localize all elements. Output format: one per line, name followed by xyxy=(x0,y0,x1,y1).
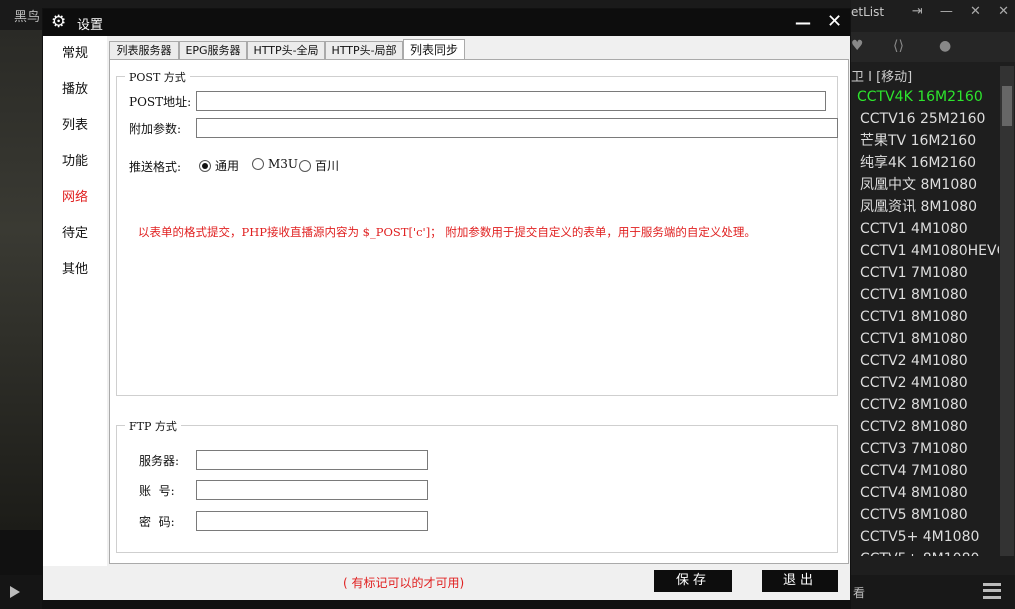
video-area[interactable] xyxy=(0,30,42,530)
channel-list: CCTV4K 16M2160 CCTV16 25M2160 芒果TV 16M2160… xyxy=(851,86,999,556)
channel-item[interactable]: CCTV5+ 8M1080 xyxy=(851,548,999,556)
post-url-input[interactable] xyxy=(196,91,826,111)
format-radio-m3u-label: M3U xyxy=(268,157,299,171)
playlist-window-controls: ⇥ — ✕ ✕ xyxy=(899,4,1009,19)
channel-item[interactable]: CCTV2 8M1080 xyxy=(851,394,999,416)
channel-item[interactable]: CCTV1 4M1080HEVC xyxy=(851,240,999,262)
player-controls xyxy=(0,575,42,609)
format-radio-m3u[interactable]: M3U xyxy=(252,157,298,171)
playlist-toolbar: ♥ ⟨⟩ ● xyxy=(851,32,1015,62)
minimize-button[interactable]: — xyxy=(795,13,811,32)
tab-list-sync[interactable]: 列表同步 xyxy=(403,39,465,60)
tab-list-server[interactable]: 列表服务器 xyxy=(109,41,179,59)
channel-item[interactable]: CCTV4 7M1080 xyxy=(851,460,999,482)
post-extra-label: 附加参数: xyxy=(129,122,182,136)
channel-item[interactable]: CCTV5 8M1080 xyxy=(851,504,999,526)
playlist-title: etList xyxy=(851,5,885,19)
channel-item[interactable]: CCTV1 8M1080 xyxy=(851,306,999,328)
ftp-group: FTP 方式 服务器: 账 号: 密 码: xyxy=(116,418,838,553)
sidebar-item-other[interactable]: 其他 xyxy=(43,252,107,288)
channel-item[interactable]: CCTV3 7M1080 xyxy=(851,438,999,460)
ftp-password-label: 密 码: xyxy=(139,515,175,529)
playlist-footer-label[interactable]: 看 xyxy=(853,584,865,601)
heart-icon[interactable]: ♥ xyxy=(851,38,864,54)
post-group: POST 方式 POST地址: 附加参数: 推送格式: 通用 M3U 百川 以表… xyxy=(116,69,838,396)
playlist-scrollbar[interactable] xyxy=(1000,66,1014,556)
sidebar-item-list[interactable]: 列表 xyxy=(43,108,107,144)
save-button[interactable]: 保存 xyxy=(654,570,732,592)
exit-button[interactable]: 退出 xyxy=(762,570,838,592)
sidebar-item-network[interactable]: 网络 xyxy=(43,180,107,216)
sidebar-item-features[interactable]: 功能 xyxy=(43,144,107,180)
ftp-password-input[interactable] xyxy=(196,511,428,531)
settings-sidebar: 常规 播放 列表 功能 网络 待定 其他 xyxy=(43,36,107,566)
format-radio-baichuan[interactable]: 百川 xyxy=(299,157,339,174)
channel-item[interactable]: CCTV1 7M1080 xyxy=(851,262,999,284)
channel-item[interactable]: CCTV2 8M1080 xyxy=(851,416,999,438)
post-hint-text: 以表单的格式提交，PHP接收直播源内容为 $_POST['c']； 附加参数用于… xyxy=(138,225,756,239)
channel-item[interactable]: CCTV4 8M1080 xyxy=(851,482,999,504)
radio-unchecked-icon xyxy=(299,160,311,172)
close-icon[interactable]: ✕ xyxy=(998,4,1009,19)
radio-unchecked-icon xyxy=(252,158,264,170)
pin-icon[interactable]: ⇥ xyxy=(912,4,923,19)
list-icon[interactable] xyxy=(983,583,1001,599)
dialog-titlebar: ⚙ 设置 — ✕ xyxy=(43,9,850,36)
format-radio-generic-label: 通用 xyxy=(215,159,240,173)
fullscreen-icon[interactable]: ✕ xyxy=(970,4,981,19)
channel-item[interactable]: CCTV16 25M2160 xyxy=(851,108,999,130)
availability-note: ( 有标记可以的才可用) xyxy=(343,576,465,590)
gear-icon: ⚙ xyxy=(51,12,67,32)
channel-item[interactable]: 凤凰中文 8M1080 xyxy=(851,174,999,196)
dialog-title: 设置 xyxy=(77,18,104,33)
play-icon[interactable] xyxy=(10,586,20,598)
push-format-label: 推送格式: xyxy=(129,160,182,174)
channel-item[interactable]: CCTV1 8M1080 xyxy=(851,328,999,350)
post-url-label: POST地址: xyxy=(129,95,192,109)
playlist-group-title[interactable]: 卫 I [移动] xyxy=(851,66,912,85)
channel-item[interactable]: CCTV2 4M1080 xyxy=(851,350,999,372)
channel-item[interactable]: CCTV2 4M1080 xyxy=(851,372,999,394)
ftp-group-title: FTP 方式 xyxy=(125,418,181,434)
sidebar-item-playback[interactable]: 播放 xyxy=(43,72,107,108)
ftp-server-input[interactable] xyxy=(196,450,428,470)
channel-item[interactable]: CCTV1 4M1080 xyxy=(851,218,999,240)
tab-epg-server[interactable]: EPG服务器 xyxy=(179,41,247,59)
ftp-account-input[interactable] xyxy=(196,480,428,500)
channel-item[interactable]: CCTV5+ 4M1080 xyxy=(851,526,999,548)
channel-item[interactable]: 凤凰资讯 8M1080 xyxy=(851,196,999,218)
playlist-footer: 看 xyxy=(851,575,1015,609)
channel-item[interactable]: 芒果TV 16M2160 xyxy=(851,130,999,152)
radio-checked-icon xyxy=(199,160,211,172)
ftp-server-label: 服务器: xyxy=(139,454,180,468)
player-title: 黑鸟 xyxy=(14,10,41,25)
format-radio-baichuan-label: 百川 xyxy=(315,159,340,173)
user-icon[interactable]: ● xyxy=(939,38,951,54)
post-extra-input[interactable] xyxy=(196,118,838,138)
minimize-icon[interactable]: — xyxy=(940,4,953,19)
post-group-title: POST 方式 xyxy=(125,69,190,85)
channel-item[interactable]: CCTV4K 16M2160 xyxy=(851,86,999,108)
tab-http-global[interactable]: HTTP头-全局 xyxy=(247,41,325,59)
sidebar-item-general[interactable]: 常规 xyxy=(43,36,107,72)
format-radio-generic[interactable]: 通用 xyxy=(199,157,239,174)
settings-dialog: ⚙ 设置 — ✕ 常规 播放 列表 功能 网络 待定 其他 列表服务器 EPG服… xyxy=(42,8,851,601)
share-icon[interactable]: ⟨⟩ xyxy=(893,38,904,54)
playlist-panel: etList ⇥ — ✕ ✕ ♥ ⟨⟩ ● 卫 I [移动] CCTV4K 16… xyxy=(851,0,1015,609)
channel-item[interactable]: 纯享4K 16M2160 xyxy=(851,152,999,174)
tab-http-local[interactable]: HTTP头-局部 xyxy=(325,41,403,59)
scrollbar-thumb[interactable] xyxy=(1002,86,1012,126)
tab-content: POST 方式 POST地址: 附加参数: 推送格式: 通用 M3U 百川 以表… xyxy=(109,59,849,564)
sidebar-item-pending[interactable]: 待定 xyxy=(43,216,107,252)
channel-item[interactable]: CCTV1 8M1080 xyxy=(851,284,999,306)
close-button[interactable]: ✕ xyxy=(827,11,842,32)
ftp-account-label: 账 号: xyxy=(139,484,175,498)
